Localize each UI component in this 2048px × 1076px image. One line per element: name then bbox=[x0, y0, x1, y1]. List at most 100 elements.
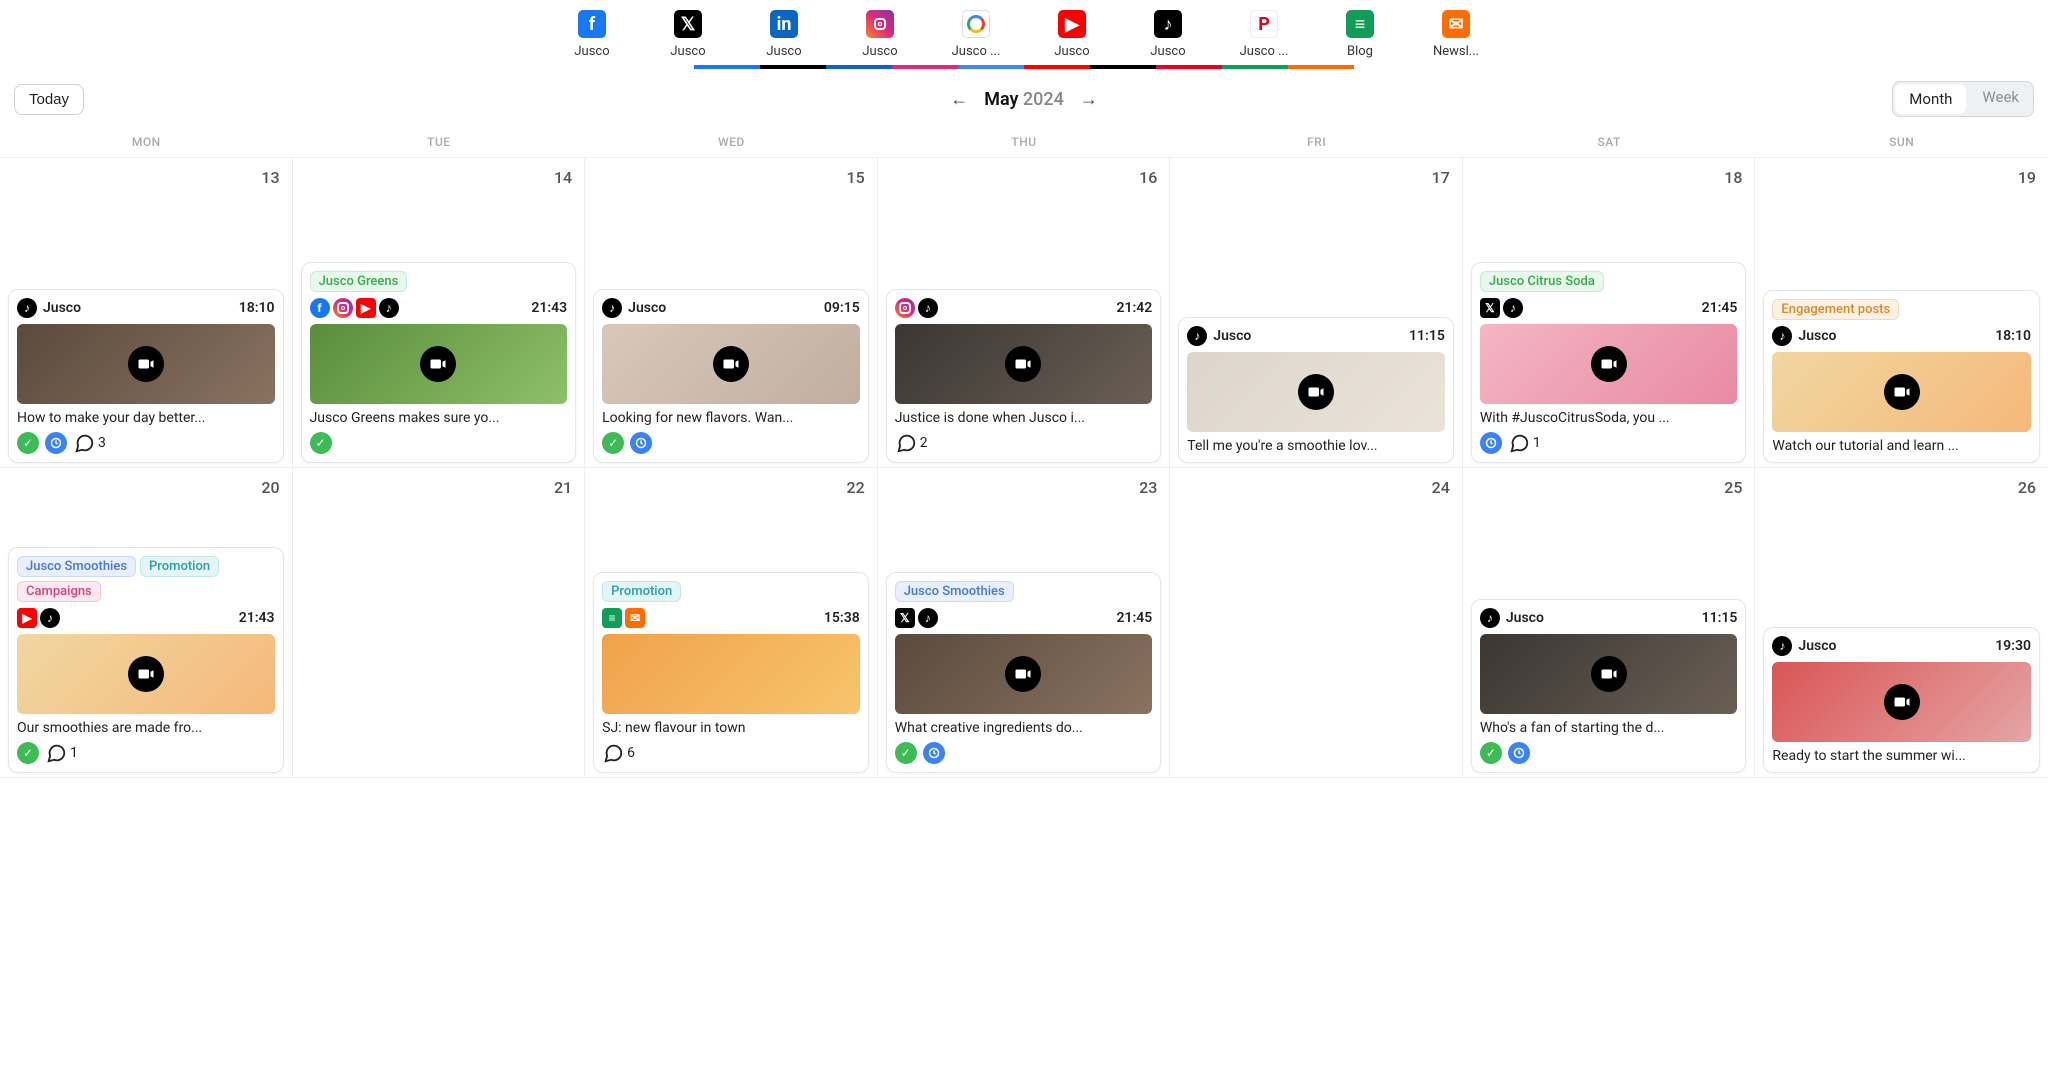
calendar-cell[interactable]: 15 ♪Jusco09:15Looking for new flavors. Wa… bbox=[585, 158, 878, 468]
comment-count[interactable]: 2 bbox=[895, 432, 928, 454]
view-week-button[interactable]: Week bbox=[1968, 82, 2033, 116]
post-caption: Looking for new flavors. Wan... bbox=[602, 410, 860, 426]
tiktok-icon: ♪ bbox=[1154, 10, 1182, 38]
channel-mail[interactable]: ✉Newsl... bbox=[1426, 10, 1486, 59]
calendar-cell[interactable]: 13♪Jusco18:10How to make your day better… bbox=[0, 158, 293, 468]
post-card[interactable]: ♪21:42Justice is done when Jusco i...2 bbox=[886, 289, 1162, 463]
calendar-cell[interactable]: 19Engagement posts♪Jusco18:10Watch our t… bbox=[1755, 158, 2048, 468]
prev-month-arrow[interactable]: ← bbox=[950, 89, 968, 110]
video-badge-icon bbox=[128, 656, 164, 692]
calendar-cell[interactable]: 21 bbox=[293, 468, 586, 778]
facebook-icon: f bbox=[578, 10, 606, 38]
comment-count[interactable]: 1 bbox=[1508, 432, 1541, 454]
channel-label: Jusco ... bbox=[952, 44, 1001, 59]
account-name: Jusco bbox=[1798, 328, 1836, 344]
next-month-arrow[interactable]: → bbox=[1080, 89, 1098, 110]
channel-facebook[interactable]: fJusco bbox=[562, 10, 622, 59]
instagram-icon bbox=[895, 298, 915, 318]
channel-gdoc[interactable]: ≡Blog bbox=[1330, 10, 1390, 59]
calendar-cell[interactable]: 14Jusco Greensf▶♪21:43Jusco Greens makes… bbox=[293, 158, 586, 468]
view-month-button[interactable]: Month bbox=[1895, 84, 1966, 114]
linkedin-icon: in bbox=[770, 10, 798, 38]
day-number: 14 bbox=[297, 162, 581, 189]
day-number: 20 bbox=[4, 472, 288, 499]
channel-tiktok[interactable]: ♪Jusco bbox=[1138, 10, 1198, 59]
channel-label: Jusco ... bbox=[1240, 44, 1289, 59]
day-number: 16 bbox=[882, 162, 1166, 189]
post-thumbnail bbox=[17, 634, 275, 714]
calendar-cell[interactable]: 16 ♪21:42Justice is done when Jusco i...2 bbox=[878, 158, 1171, 468]
youtube-icon: ▶ bbox=[356, 298, 376, 318]
status-check-icon: ✓ bbox=[895, 742, 917, 764]
day-of-week: WED bbox=[585, 127, 878, 157]
post-card[interactable]: Jusco SmoothiesPromotionCampaigns▶♪21:43… bbox=[8, 547, 284, 773]
post-card[interactable]: Jusco Citrus Soda𝕏♪21:45With #JuscoCitru… bbox=[1471, 262, 1747, 463]
x-icon: 𝕏 bbox=[895, 608, 915, 628]
day-number: 17 bbox=[1174, 162, 1458, 189]
post-time: 21:43 bbox=[531, 300, 567, 316]
post-tag: Jusco Greens bbox=[310, 271, 408, 292]
channel-youtube[interactable]: ▶Jusco bbox=[1042, 10, 1102, 59]
video-badge-icon bbox=[1005, 656, 1041, 692]
comment-count[interactable]: 6 bbox=[602, 742, 635, 764]
channel-label: Newsl... bbox=[1433, 44, 1479, 59]
day-of-week: TUE bbox=[293, 127, 586, 157]
post-card[interactable]: Jusco Smoothies𝕏♪21:45What creative ingr… bbox=[886, 572, 1162, 773]
tiktok-icon: ♪ bbox=[379, 298, 399, 318]
post-card[interactable]: Jusco Greensf▶♪21:43Jusco Greens makes s… bbox=[301, 262, 577, 463]
post-time: 11:15 bbox=[1702, 610, 1738, 626]
status-scheduled-icon bbox=[923, 742, 945, 764]
calendar-cell[interactable]: 25♪Jusco11:15Who's a fan of starting the… bbox=[1463, 468, 1756, 778]
video-badge-icon bbox=[1884, 684, 1920, 720]
post-time: 21:45 bbox=[1702, 300, 1738, 316]
day-number: 18 bbox=[1467, 162, 1751, 189]
channel-linkedin[interactable]: in Jusco bbox=[754, 10, 814, 59]
day-number: 15 bbox=[589, 162, 873, 189]
status-scheduled-icon bbox=[1480, 432, 1502, 454]
current-month: May bbox=[984, 89, 1018, 110]
status-check-icon: ✓ bbox=[602, 432, 624, 454]
channel-label: Jusco bbox=[670, 44, 705, 59]
youtube-icon: ▶ bbox=[17, 608, 37, 628]
post-card[interactable]: ♪Jusco18:10How to make your day better..… bbox=[8, 289, 284, 463]
post-card[interactable]: ♪Jusco11:15Who's a fan of starting the d… bbox=[1471, 599, 1747, 773]
view-toggle: Month Week bbox=[1892, 81, 2034, 117]
channel-x[interactable]: 𝕏Jusco bbox=[658, 10, 718, 59]
calendar-cell[interactable]: 26♪Jusco19:30Ready to start the summer w… bbox=[1755, 468, 2048, 778]
account-name: Jusco bbox=[43, 300, 81, 316]
today-button[interactable]: Today bbox=[14, 84, 84, 115]
tiktok-icon: ♪ bbox=[1772, 636, 1792, 656]
post-thumbnail bbox=[17, 324, 275, 404]
post-time: 09:15 bbox=[824, 300, 860, 316]
post-tag: Promotion bbox=[602, 581, 681, 602]
post-caption: Jusco Greens makes sure yo... bbox=[310, 410, 568, 426]
post-card[interactable]: ♪Jusco09:15Looking for new flavors. Wan.… bbox=[593, 289, 869, 463]
month-navigator: ← May 2024 → bbox=[950, 89, 1098, 110]
comment-count[interactable]: 3 bbox=[73, 432, 106, 454]
post-thumbnail bbox=[1480, 634, 1738, 714]
post-card[interactable]: ♪Jusco19:30Ready to start the summer wi.… bbox=[1763, 627, 2040, 773]
post-card[interactable]: ♪Jusco11:15Tell me you're a smoothie lov… bbox=[1178, 317, 1454, 463]
tiktok-icon: ♪ bbox=[17, 298, 37, 318]
channel-label: Jusco bbox=[766, 44, 801, 59]
calendar-cell[interactable]: 17 ♪Jusco11:15Tell me you're a smoothie l… bbox=[1170, 158, 1463, 468]
calendar-cell[interactable]: 23Jusco Smoothies𝕏♪21:45What creative in… bbox=[878, 468, 1171, 778]
comment-count[interactable]: 1 bbox=[45, 742, 78, 764]
tiktok-icon: ♪ bbox=[1187, 326, 1207, 346]
post-card[interactable]: Promotion≡✉15:38SJ: new flavour in town6 bbox=[593, 572, 869, 773]
post-caption: Who's a fan of starting the d... bbox=[1480, 720, 1738, 736]
youtube-icon: ▶ bbox=[1058, 10, 1086, 38]
post-thumbnail bbox=[895, 634, 1153, 714]
channel-pinterest[interactable]: PJusco ... bbox=[1234, 10, 1294, 59]
calendar-cell[interactable]: 20 Jusco SmoothiesPromotionCampaigns▶♪21:… bbox=[0, 468, 293, 778]
calendar-cell[interactable]: 22Promotion≡✉15:38SJ: new flavour in tow… bbox=[585, 468, 878, 778]
instagram-icon bbox=[333, 298, 353, 318]
video-badge-icon bbox=[420, 346, 456, 382]
channel-google[interactable]: Jusco ... bbox=[946, 10, 1006, 59]
post-time: 21:45 bbox=[1116, 610, 1152, 626]
calendar-cell[interactable]: 24 bbox=[1170, 468, 1463, 778]
calendar-cell[interactable]: 18 Jusco Citrus Soda𝕏♪21:45With #JuscoCit… bbox=[1463, 158, 1756, 468]
post-card[interactable]: Engagement posts♪Jusco18:10Watch our tut… bbox=[1763, 290, 2040, 463]
video-badge-icon bbox=[1298, 374, 1334, 410]
channel-instagram[interactable]: Jusco bbox=[850, 10, 910, 59]
